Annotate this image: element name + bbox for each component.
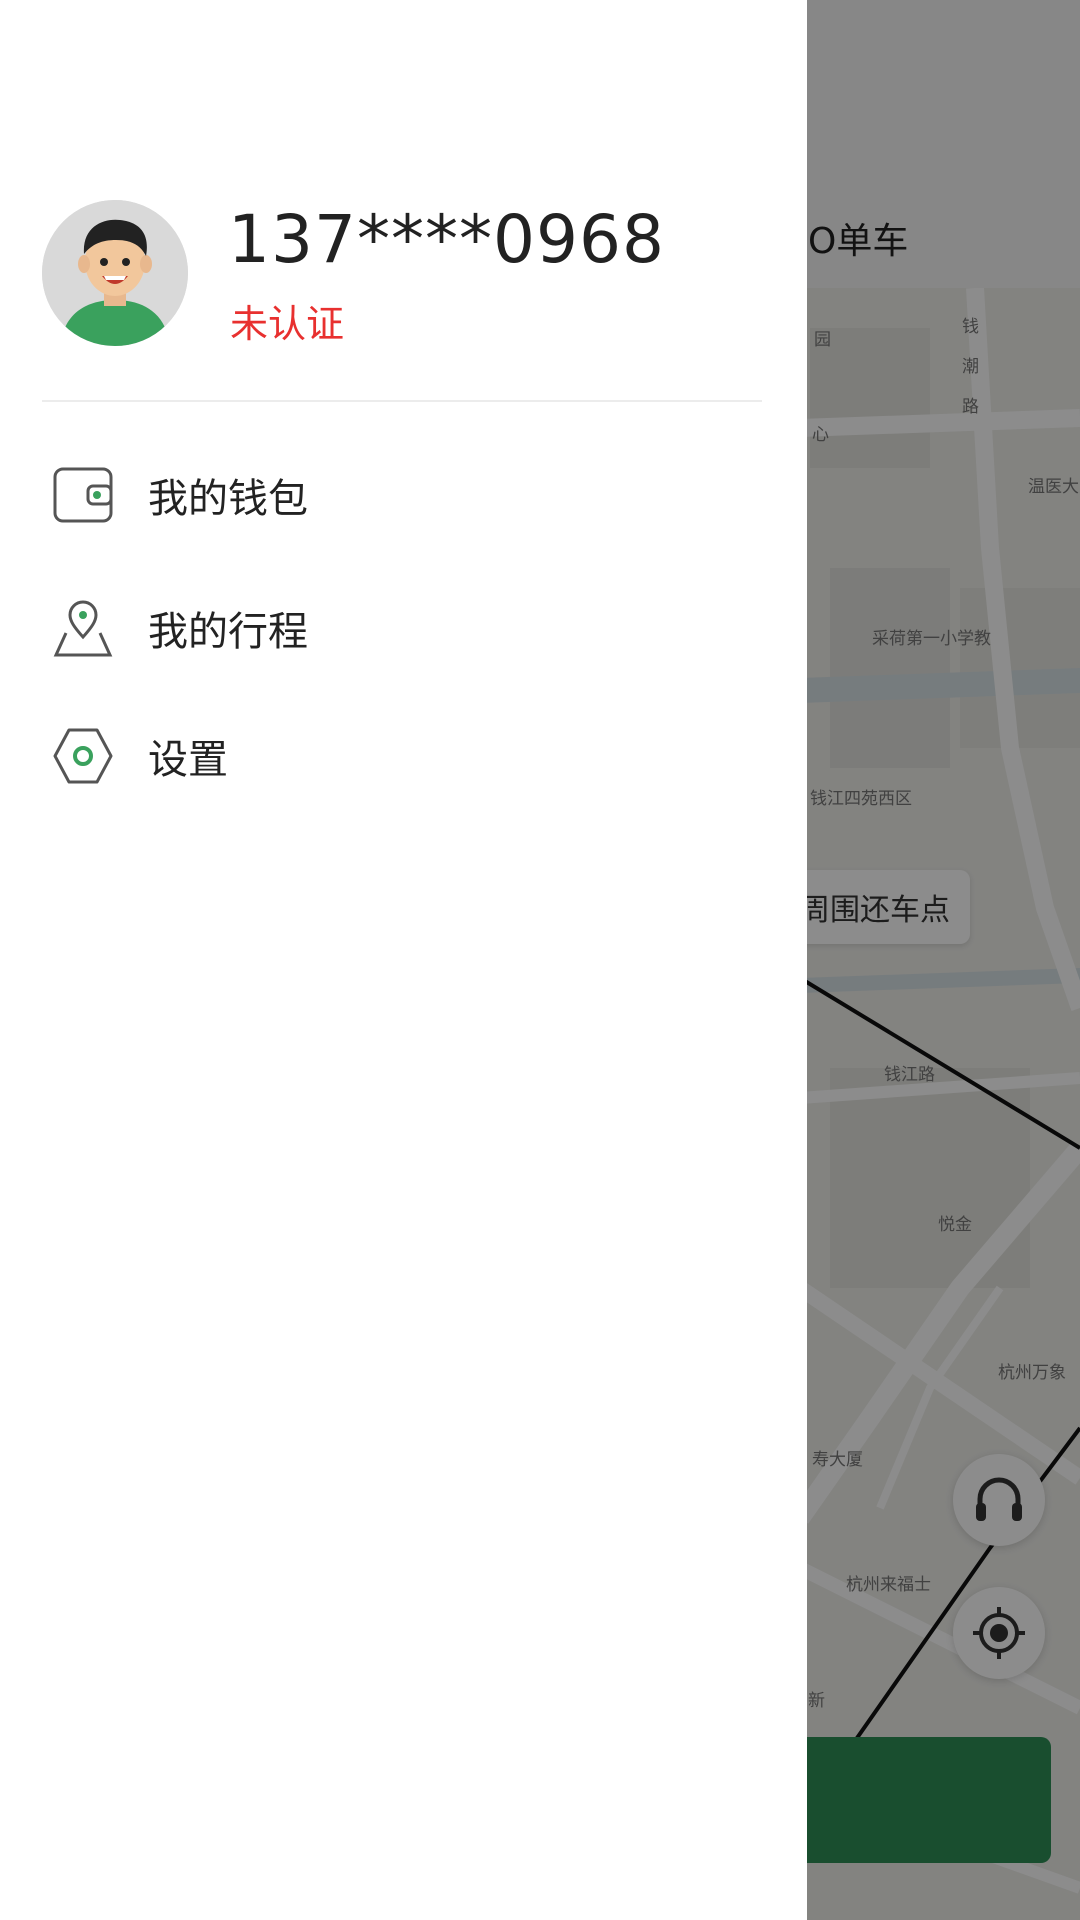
user-phone: 137****0968 bbox=[228, 201, 665, 278]
trip-location-icon bbox=[50, 595, 116, 661]
verify-status[interactable]: 未认证 bbox=[230, 300, 344, 348]
profile-section[interactable]: 137****0968 未认证 bbox=[42, 200, 762, 348]
side-drawer: 137****0968 未认证 我的钱包 我的行程 设置 bbox=[0, 0, 807, 1920]
menu-item-trips[interactable]: 我的行程 bbox=[0, 573, 807, 683]
app-screen: O单车 园 心 钱 潮 路 温医大 采荷第一小学教 钱江四苑西区 钱江路 悦金 … bbox=[0, 0, 1080, 1920]
menu-item-label: 我的行程 bbox=[148, 609, 308, 655]
menu-item-settings[interactable]: 设置 bbox=[0, 701, 807, 811]
profile-divider bbox=[42, 400, 762, 402]
menu-item-wallet[interactable]: 我的钱包 bbox=[0, 440, 807, 550]
menu-item-label: 设置 bbox=[148, 737, 228, 783]
wallet-icon bbox=[50, 462, 116, 528]
avatar[interactable] bbox=[42, 200, 188, 346]
user-avatar-icon bbox=[42, 200, 188, 346]
settings-gear-icon bbox=[50, 723, 116, 789]
menu-item-label: 我的钱包 bbox=[148, 476, 308, 522]
